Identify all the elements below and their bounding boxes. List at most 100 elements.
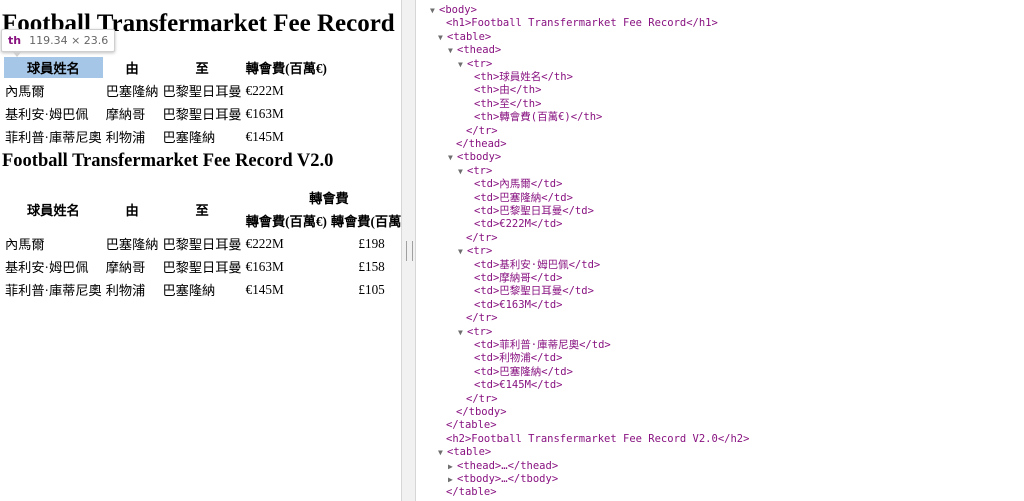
cell-to: 巴黎聖日耳曼: [162, 237, 242, 252]
dom-node-td[interactable]: <td>€145M</td>: [474, 379, 563, 392]
dom-node-tbody-collapsed[interactable]: ▶ <tbody>…</tbody>: [448, 473, 558, 486]
dom-node-thead-collapsed[interactable]: ▶ <thead>…</thead>: [448, 460, 558, 473]
dom-node-tr[interactable]: ▼ <tr>: [458, 245, 492, 258]
header-fee-euro[interactable]: 轉會費(百萬€): [245, 210, 328, 231]
header-player-name[interactable]: 球員姓名: [4, 57, 103, 78]
dom-node-td[interactable]: <td>基利安·姆巴佩</td>: [474, 259, 600, 272]
cell-from: 摩納哥: [105, 107, 146, 122]
header-player-name[interactable]: 球員姓名: [4, 187, 103, 231]
expand-triangle-icon[interactable]: ▼: [438, 446, 447, 459]
cell-player: 菲利普·庫蒂尼奧: [5, 283, 102, 298]
cell-player: 基利安·姆巴佩: [5, 260, 89, 275]
dom-node-tbody-close[interactable]: </tbody>: [456, 406, 507, 419]
dom-node-th[interactable]: <th>由</th>: [474, 84, 541, 97]
cell-player: 內馬爾: [5, 237, 45, 252]
cell-fee-pound: £158: [358, 258, 385, 274]
tooltip-arrow: [12, 51, 22, 57]
dom-node-table-close[interactable]: </table>: [446, 419, 497, 432]
dom-node-td[interactable]: <td>巴塞隆納</td>: [474, 192, 573, 205]
dom-node-tr[interactable]: ▼ <tr>: [458, 58, 492, 71]
cell-to: 巴黎聖日耳曼: [162, 260, 242, 275]
table-header-row: 球員姓名 由 至 轉會費(百萬€): [4, 57, 328, 78]
cell-to: 巴塞隆納: [162, 283, 216, 298]
cell-from: 摩納哥: [105, 260, 146, 275]
expand-triangle-icon[interactable]: ▼: [458, 165, 467, 178]
dom-node-td[interactable]: <td>€163M</td>: [474, 299, 563, 312]
expand-triangle-icon[interactable]: ▼: [448, 151, 457, 164]
table-row: 菲利普·庫蒂尼奧 利物浦 巴塞隆納 €145M £105: [4, 279, 401, 300]
header-fee-group[interactable]: 轉會費: [245, 187, 401, 208]
dom-node-tr[interactable]: ▼ <tr>: [458, 326, 492, 339]
dom-node-tr-close[interactable]: </tr>: [466, 232, 498, 245]
cell-from: 利物浦: [105, 283, 146, 298]
dom-node-h2[interactable]: <h2>Football Transfermarket Fee Record V…: [446, 433, 749, 446]
dom-node-table-close[interactable]: </table>: [446, 486, 497, 499]
table-head: 球員姓名 由 至 轉會費 轉會費(百萬€) 轉會費(百萬£): [4, 187, 401, 231]
expand-triangle-icon[interactable]: ▼: [448, 44, 457, 57]
header-to[interactable]: 至: [161, 57, 242, 78]
table-head: 球員姓名 由 至 轉會費(百萬€): [4, 57, 328, 78]
dom-node-tbody[interactable]: ▼ <tbody>: [448, 151, 501, 164]
cell-player: 基利安·姆巴佩: [5, 107, 89, 122]
table-row: 內馬爾 巴塞隆納 巴黎聖日耳曼 €222M £198: [4, 233, 401, 254]
expand-triangle-icon[interactable]: ▼: [458, 245, 467, 258]
cell-to: 巴黎聖日耳曼: [162, 107, 242, 122]
dom-node-td[interactable]: <td>利物浦</td>: [474, 352, 562, 365]
cell-player: 內馬爾: [5, 84, 45, 99]
header-fee-pound[interactable]: 轉會費(百萬£): [330, 210, 401, 231]
table-row: 基利安·姆巴佩 摩納哥 巴黎聖日耳曼 €163M £158: [4, 256, 401, 277]
cell-from: 巴塞隆納: [105, 237, 159, 252]
expand-triangle-icon[interactable]: ▼: [430, 4, 439, 17]
cell-fee-euro: €163M: [245, 258, 284, 274]
fee-table-v2: 球員姓名 由 至 轉會費 轉會費(百萬€) 轉會費(百萬£) 內馬爾 巴塞隆納 …: [2, 185, 401, 302]
dom-node-th[interactable]: <th>轉會費(百萬€)</th>: [474, 111, 602, 124]
dom-node-th[interactable]: <th>至</th>: [474, 98, 541, 111]
tooltip-dimensions: 119.34 × 23.6: [29, 34, 109, 47]
devtools-elements-panel: ▼ <body> <h1>Football Transfermarket Fee …: [416, 0, 1024, 501]
expand-triangle-icon[interactable]: ▼: [458, 326, 467, 339]
cell-fee-euro: €222M: [245, 235, 284, 251]
dom-node-h1[interactable]: <h1>Football Transfermarket Fee Record</…: [446, 17, 718, 30]
dom-node-td[interactable]: <td>巴黎聖日耳曼</td>: [474, 205, 594, 218]
dom-node-td[interactable]: <td>巴塞隆納</td>: [474, 366, 573, 379]
dom-node-tr[interactable]: ▼ <tr>: [458, 165, 492, 178]
expand-triangle-icon[interactable]: ▼: [438, 31, 447, 44]
splitter-grip-icon[interactable]: [406, 241, 413, 261]
dom-node-tr-close[interactable]: </tr>: [466, 393, 498, 406]
dom-node-td[interactable]: <td>€222M</td>: [474, 218, 563, 231]
dom-node-body[interactable]: ▼ <body>: [430, 4, 477, 17]
section-title-v2: Football Transfermarket Fee Record V2.0: [2, 151, 334, 171]
collapse-triangle-icon[interactable]: ▶: [448, 460, 457, 473]
cell-from: 巴塞隆納: [105, 84, 159, 99]
cell-fee-euro: €145M: [245, 281, 284, 297]
panel-splitter[interactable]: [401, 0, 416, 501]
table-row: 內馬爾 巴塞隆納 巴黎聖日耳曼 €222M: [4, 80, 328, 101]
header-to[interactable]: 至: [161, 187, 242, 231]
header-from[interactable]: 由: [105, 187, 160, 231]
header-from[interactable]: 由: [105, 57, 160, 78]
table-row: 基利安·姆巴佩 摩納哥 巴黎聖日耳曼 €163M: [4, 103, 328, 124]
cell-to: 巴黎聖日耳曼: [162, 84, 242, 99]
dom-node-td[interactable]: <td>內馬爾</td>: [474, 178, 562, 191]
element-inspector-tooltip: th 119.34 × 23.6: [1, 29, 116, 57]
fee-table-v1: 球員姓名 由 至 轉會費(百萬€) 內馬爾 巴塞隆納 巴黎聖日耳曼 €222M …: [2, 55, 330, 149]
table-body: 內馬爾 巴塞隆納 巴黎聖日耳曼 €222M £198 基利安·姆巴佩 摩納哥 巴…: [4, 233, 401, 300]
tooltip-tag: th: [8, 34, 22, 47]
dom-node-thead-close[interactable]: </thead>: [456, 138, 507, 151]
table-body: 內馬爾 巴塞隆納 巴黎聖日耳曼 €222M 基利安·姆巴佩 摩納哥 巴黎聖日耳曼…: [4, 80, 328, 147]
dom-node-td[interactable]: <td>摩納哥</td>: [474, 272, 562, 285]
dom-node-td[interactable]: <td>菲利普·庫蒂尼奧</td>: [474, 339, 611, 352]
table-header-row: 球員姓名 由 至 轉會費: [4, 187, 401, 218]
dom-node-table[interactable]: ▼ <table>: [438, 446, 491, 459]
dom-node-th[interactable]: <th>球員姓名</th>: [474, 71, 573, 84]
dom-node-table[interactable]: ▼ <table>: [438, 31, 491, 44]
cell-fee-pound: £198: [358, 235, 385, 251]
expand-triangle-icon[interactable]: ▼: [458, 58, 467, 71]
collapse-triangle-icon[interactable]: ▶: [448, 473, 457, 486]
header-fee[interactable]: 轉會費(百萬€): [245, 57, 328, 78]
dom-node-tr-close[interactable]: </tr>: [466, 125, 498, 138]
dom-node-tr-close[interactable]: </tr>: [466, 312, 498, 325]
dom-node-thead[interactable]: ▼ <thead>: [448, 44, 501, 57]
dom-node-td[interactable]: <td>巴黎聖日耳曼</td>: [474, 285, 594, 298]
cell-fee: €163M: [245, 105, 284, 121]
